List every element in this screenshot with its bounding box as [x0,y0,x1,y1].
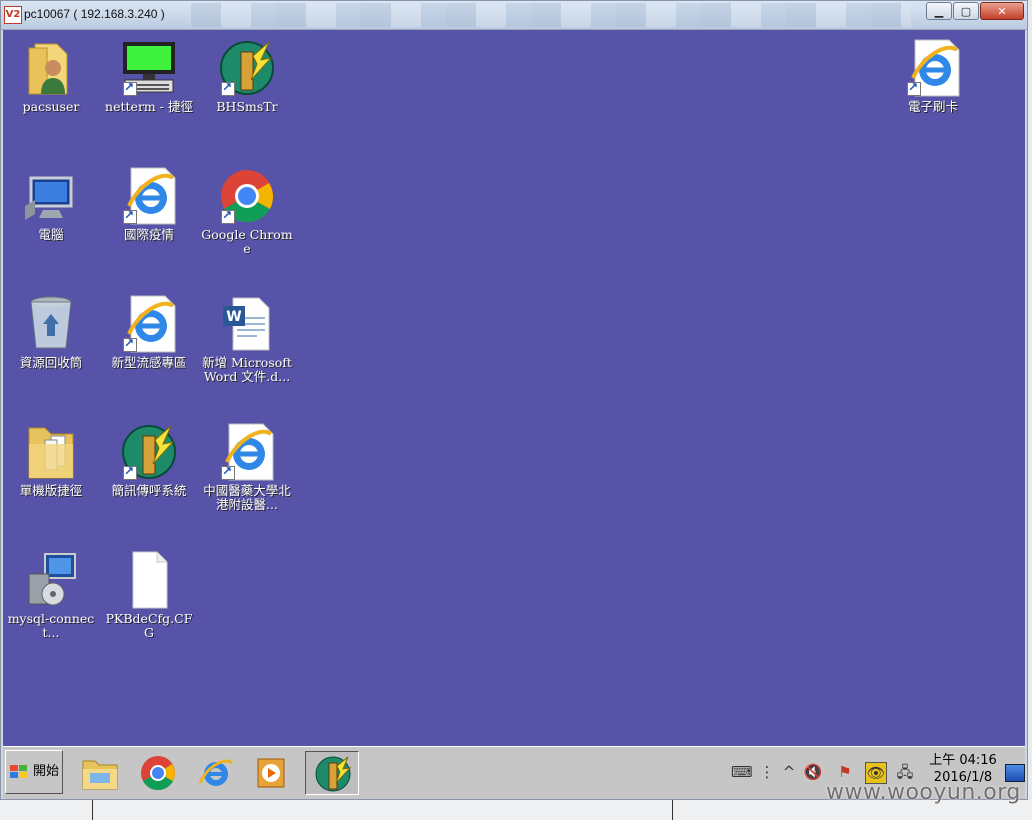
start-label: 開始 [32,764,59,779]
desktop-icon-label: netterm - 捷徑 [105,99,193,114]
remote-desktop[interactable]: pacsuser 電腦 資源回收筒 單機版捷徑 mysql-connect... [3,30,1025,746]
internet-explorer-icon [119,166,179,226]
desktop-icon-international-epidemic[interactable]: 國際疫情 [101,166,197,242]
desktop-icon-label: 電腦 [38,227,64,242]
taskbar-chrome[interactable] [135,751,181,795]
desktop-icon-label: Google Chrome [201,227,293,256]
window-titlebar[interactable]: V2 pc10067 ( 192.168.3.240 ) ▁ ▢ ✕ [1,1,1027,30]
desktop-icon-cmu-beigang-hospital[interactable]: 中國醫藥大學北港附設醫... [199,422,295,512]
taskbar-media-player[interactable] [247,751,293,795]
taskbar-internet-explorer[interactable] [193,751,239,795]
desktop-icon-mysql-connector[interactable]: mysql-connect... [3,550,99,640]
internet-explorer-icon [217,422,277,482]
desktop-icon-standalone-shortcut[interactable]: 單機版捷徑 [3,422,99,498]
chevron-up-icon[interactable]: ^ [779,762,799,782]
shortcut-arrow-icon [123,208,137,224]
shortcut-arrow-icon [123,80,137,96]
shortcut-arrow-icon [221,208,235,224]
chrome-icon [141,756,175,790]
desktop-icon-label: PKBdeCfg.CFG [105,611,193,640]
close-button[interactable]: ✕ [980,2,1024,20]
desktop-icon-google-chrome[interactable]: Google Chrome [199,166,295,256]
taskbar-file-explorer[interactable] [77,751,123,795]
desktop-icon-label: 新增 Microsoft Word 文件.d... [202,355,292,384]
desktop-icon-label: 國際疫情 [123,227,174,242]
terminal-computer-icon [119,38,179,98]
desktop-icon-pacsuser[interactable]: pacsuser [3,38,99,114]
clock-time: 上午 04:16 [929,753,997,768]
desktop-icon-pkbdecfg[interactable]: PKBdeCfg.CFG [101,550,197,640]
desktop-icon-netterm[interactable]: netterm - 捷徑 [101,38,197,114]
chrome-icon [217,166,277,226]
desktop-icon-new-flu-zone[interactable]: 新型流感專區 [101,294,197,370]
desktop-icon-label: 單機版捷徑 [19,483,83,498]
svg-text:W: W [226,309,241,325]
shortcut-arrow-icon [123,336,137,352]
volume-muted-icon[interactable]: 🔇 [803,762,823,782]
network-icon[interactable]: 🖧 [895,762,915,782]
file-explorer-icon [82,760,118,790]
desktop-icon-computer[interactable]: 電腦 [3,166,99,242]
internet-explorer-icon [119,294,179,354]
folder-icon [21,422,81,482]
word-document-icon: W [217,294,277,354]
windows-flag-icon [10,765,28,779]
pager-lightning-icon [217,38,277,98]
watermark-text: www.wooyun.org [826,780,1021,805]
desktop-icon-label: 電子刷卡 [907,99,958,114]
shortcut-arrow-icon [221,464,235,480]
desktop-icon-label: 中國醫藥大學北港附設醫... [203,483,291,512]
desktop-icon-sms-pager-system[interactable]: 簡訊傳呼系統 [101,422,197,498]
desktop-icon-label: mysql-connect... [7,611,95,640]
window-title: pc10067 ( 192.168.3.240 ) [24,7,165,21]
desktop-icon-label: pacsuser [22,99,80,114]
desktop-icon-label: 資源回收筒 [19,355,83,370]
network-small-icon[interactable]: ⋮ [757,762,777,782]
host-strip-divider [92,800,93,820]
minimize-button[interactable]: ▁ [926,2,952,20]
shortcut-arrow-icon [221,80,235,96]
user-folder-icon [21,38,81,98]
desktop-icon-recycle-bin[interactable]: 資源回收筒 [3,294,99,370]
media-player-icon [257,758,285,788]
computer-icon [21,166,81,226]
taskbar-pager-app[interactable] [305,751,359,795]
vnc-app-icon[interactable]: V2 [4,6,22,24]
recycle-bin-icon [21,294,81,354]
start-button[interactable]: 開始 [5,750,63,794]
window-right-edge [1028,0,1032,800]
desktop-icon-bhsmstr[interactable]: BHSmsTr [199,38,295,114]
titlebar-decoration [191,3,911,27]
desktop-icon-label: BHSmsTr [216,99,278,114]
maximize-button[interactable]: ▢ [953,2,979,20]
host-strip-divider [672,800,673,820]
desktop-icon-label: 簡訊傳呼系統 [111,483,187,498]
vnc-window: V2 pc10067 ( 192.168.3.240 ) ▁ ▢ ✕ pacsu… [0,0,1028,800]
desktop-icon-label: 新型流感專區 [111,355,187,370]
shortcut-arrow-icon [907,80,921,96]
action-center-flag-icon[interactable]: ⚑ [835,762,855,782]
desktop-icon-e-card[interactable]: 電子刷卡 [885,38,981,114]
blank-file-icon [119,550,179,610]
internet-explorer-icon [198,759,234,786]
internet-explorer-icon [903,38,963,98]
installer-icon [21,550,81,610]
pager-lightning-icon [315,756,352,792]
desktop-icon-word-document[interactable]: W 新增 Microsoft Word 文件.d... [199,294,295,384]
keyboard-icon[interactable]: ⌨ [731,762,753,782]
pager-lightning-icon [119,422,179,482]
shortcut-arrow-icon [123,464,137,480]
